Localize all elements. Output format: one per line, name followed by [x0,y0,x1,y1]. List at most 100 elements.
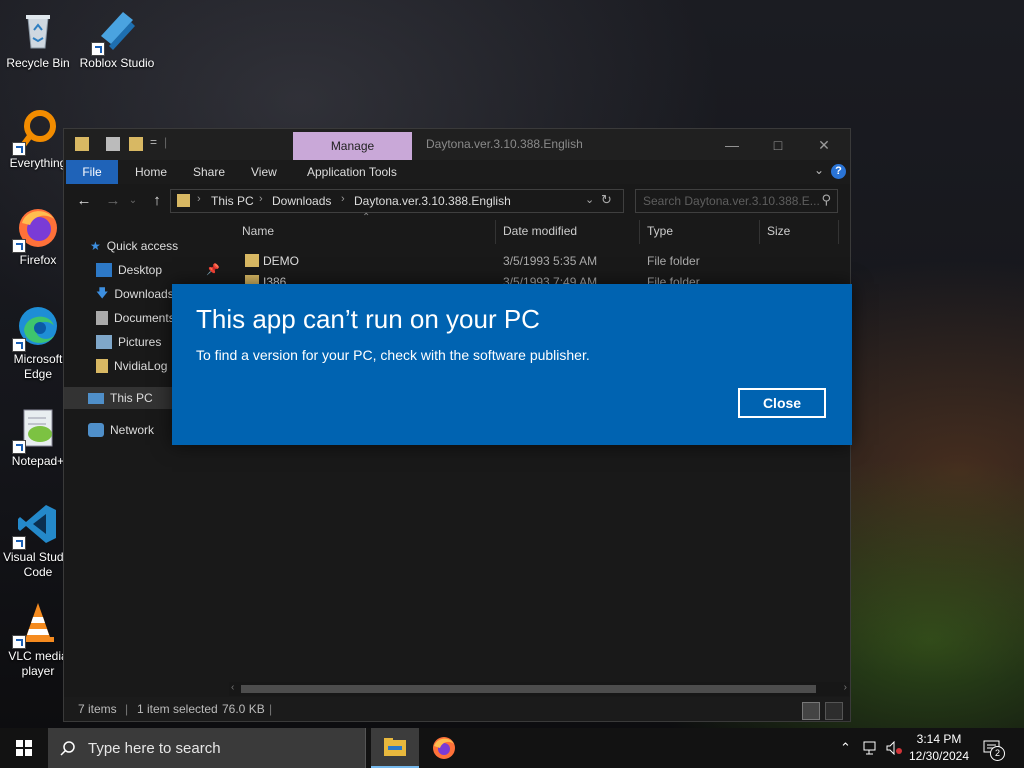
desktop-icon-label: Recycle Bin [6,56,70,70]
help-icon[interactable]: ? [831,164,846,179]
search-field[interactable]: Search Daytona.ver.3.10.388.E... ⚲ [635,189,838,213]
properties-icon[interactable] [106,137,120,151]
nav-desktop[interactable]: Desktop [96,259,162,281]
file-name: DEMO [263,254,299,268]
taskbar-search-input[interactable]: Type here to search [48,728,366,768]
folder-icon [245,254,259,267]
nav-label: This PC [110,391,153,405]
tab-share[interactable]: Share [193,160,225,184]
scroll-right-arrow-icon[interactable]: › [844,682,847,693]
shortcut-arrow-icon [12,239,26,253]
firefox-icon [433,737,455,759]
nav-nvidialog[interactable]: NvidiaLog [96,355,167,377]
action-center-button[interactable]: 2 [983,728,1005,768]
breadcrumb-separator-icon: › [341,193,345,205]
expand-ribbon-chevron-icon[interactable]: ⌄ [814,163,824,177]
address-bar[interactable]: › This PC › Downloads › Daytona.ver.3.10… [170,189,624,213]
tab-view[interactable]: View [251,160,277,184]
breadcrumb-separator-icon: › [259,193,263,205]
status-item-count: 7 items [78,702,117,716]
details-view-icon[interactable] [802,702,820,720]
start-button[interactable] [0,728,48,768]
qat-customize-icon[interactable]: = [150,135,157,149]
column-header-type[interactable]: Type [647,224,673,238]
folder-icon[interactable] [75,137,89,151]
notepad-plus-plus-icon [12,406,60,454]
breadcrumb-downloads[interactable]: Downloads [272,194,331,208]
scrollbar-thumb[interactable] [241,685,816,693]
app-cannot-run-dialog: This app can’t run on your PC To find a … [172,284,852,445]
nav-label: Desktop [118,263,163,277]
manage-tab[interactable]: Manage [293,132,412,160]
nav-documents[interactable]: Documents [96,307,175,329]
maximize-button[interactable]: □ [756,133,800,157]
scroll-left-arrow-icon[interactable]: ‹ [231,682,234,693]
column-header-date-modified[interactable]: Date modified [503,224,577,238]
nav-label: Documents [114,311,175,325]
download-arrow-icon: 🡇 [96,285,109,300]
shortcut-arrow-icon [91,42,105,56]
back-arrow-icon[interactable]: ← [73,190,95,210]
everything-search-icon [12,108,60,156]
close-button[interactable]: Close [738,388,826,418]
pictures-icon [96,335,112,349]
notification-count-badge: 2 [990,746,1005,761]
qat-separator: | [164,135,168,149]
search-icon [60,741,75,756]
nav-downloads[interactable]: 🡇 Downloads [96,283,174,305]
windows-logo-icon [16,740,32,756]
breadcrumb-this-pc[interactable]: This PC [211,194,254,208]
breadcrumb-current-folder[interactable]: Daytona.ver.3.10.388.English [354,194,511,208]
desktop-icon-label: Roblox Studio [79,56,155,70]
address-dropdown-icon[interactable]: ⌄ [585,193,594,206]
file-explorer-icon [384,738,406,756]
new-folder-icon[interactable] [129,137,143,151]
shortcut-arrow-icon [12,142,26,156]
taskbar-firefox[interactable] [420,728,468,768]
column-header-size[interactable]: Size [767,224,790,238]
close-window-button[interactable]: ✕ [802,133,846,157]
column-divider [759,220,760,244]
recent-locations-chevron-icon[interactable]: ⌄ [122,190,144,210]
nav-label: Network [110,423,155,437]
column-header-name[interactable]: Name [242,224,274,238]
shortcut-arrow-icon [12,635,26,649]
shortcut-arrow-icon [12,536,26,550]
shortcut-arrow-icon [12,440,26,454]
ribbon-tabs: File Home Share View Application Tools ⌄… [64,160,850,184]
clock-date: 12/30/2024 [908,749,970,763]
nav-pictures[interactable]: Pictures [96,331,161,353]
minimize-button[interactable]: — [710,133,754,157]
file-date: 3/5/1993 5:35 AM [503,254,598,268]
folder-icon [96,359,108,373]
search-icon: ⚲ [821,192,831,207]
nav-network[interactable]: Network [88,419,154,441]
firefox-icon [12,205,60,253]
tab-application-tools[interactable]: Application Tools [307,160,397,184]
large-icons-view-icon[interactable] [825,702,843,720]
show-hidden-icons-chevron-icon[interactable]: ⌃ [840,728,851,768]
network-status-icon[interactable] [863,728,879,768]
tab-file[interactable]: File [66,160,118,184]
breadcrumb-separator-icon: › [197,193,201,205]
desktop-icon-recycle-bin[interactable]: Recycle Bin [0,8,76,71]
horizontal-scrollbar[interactable]: ‹ › [229,682,849,696]
status-separator: | [125,702,129,716]
edge-icon [12,304,60,352]
clock-time: 3:14 PM [916,732,962,746]
table-row[interactable]: DEMO 3/5/1993 5:35 AM File folder [242,251,850,271]
system-clock[interactable]: 3:14 PM 12/30/2024 [900,731,978,765]
nav-quick-access[interactable]: ★ Quick access [90,235,178,257]
taskbar-file-explorer[interactable] [371,728,419,768]
refresh-icon[interactable]: ↻ [601,192,612,208]
forward-arrow-icon[interactable]: → [102,190,124,210]
vscode-icon [12,502,60,550]
tab-home[interactable]: Home [135,160,167,184]
column-divider [838,220,839,244]
desktop-icon-roblox-studio[interactable]: Roblox Studio [79,8,155,71]
pin-icon: 📌 [206,264,220,276]
status-size: 76.0 KB [222,702,265,716]
file-type: File folder [647,254,700,268]
network-icon [88,423,104,437]
up-arrow-icon[interactable]: ↑ [146,190,168,210]
